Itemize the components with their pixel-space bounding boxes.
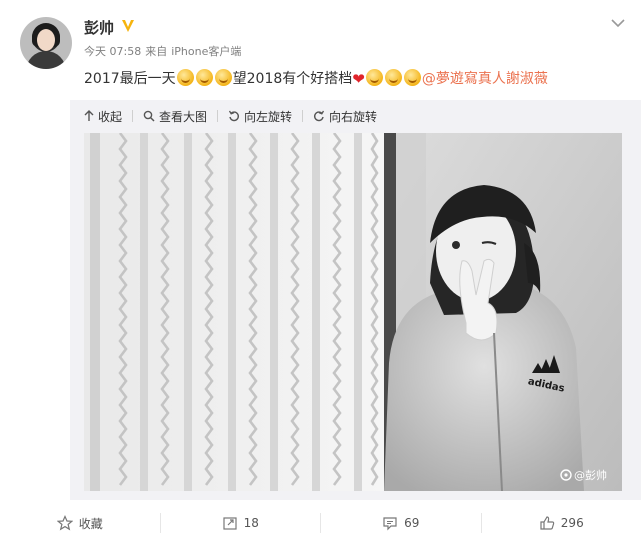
- post-time[interactable]: 今天 07:58: [84, 45, 141, 58]
- arrow-up-icon: [84, 110, 94, 121]
- media-toolbar: 收起 查看大图 向左旋转 向右旋转: [84, 108, 383, 124]
- toolbar-divider: [302, 110, 304, 122]
- post-from-label: 来自: [145, 45, 168, 58]
- collapse-label: 收起: [98, 109, 123, 124]
- like-count: 296: [560, 516, 584, 530]
- heart-emoji-icon: ❤: [352, 70, 365, 88]
- rotate-right-button[interactable]: 向右旋转: [313, 108, 377, 125]
- view-large-label: 查看大图: [159, 109, 208, 124]
- post-text-part1: 2017最后一天: [84, 71, 176, 87]
- mention-link[interactable]: @夢遊寫真人謝淑薇: [422, 71, 548, 87]
- rotate-right-label: 向右旋转: [329, 109, 378, 124]
- post-text-part2: 望2018有个好搭档: [232, 71, 353, 87]
- post-source[interactable]: iPhone客户端: [171, 45, 241, 58]
- favorite-button[interactable]: 收藏: [0, 513, 160, 533]
- media-box: 收起 查看大图 向左旋转 向右旋转 adidas @彭帅: [70, 100, 641, 500]
- view-large-button[interactable]: 查看大图: [143, 108, 207, 125]
- photo-image: adidas @彭帅: [84, 133, 622, 491]
- rotate-right-icon: [314, 110, 325, 122]
- like-button[interactable]: 296: [482, 513, 641, 533]
- comment-button[interactable]: 69: [321, 513, 481, 533]
- repost-button[interactable]: 18: [161, 513, 321, 533]
- post-text: 2017最后一天 望2018有个好搭档❤ @夢遊寫真人謝淑薇: [84, 69, 548, 89]
- rotate-left-label: 向左旋转: [244, 109, 293, 124]
- repost-count: 18: [243, 516, 259, 530]
- chevron-down-icon[interactable]: [611, 18, 625, 28]
- smile-emoji-icon: [176, 69, 194, 86]
- favorite-label: 收藏: [78, 516, 103, 531]
- smile-emoji-icon: [195, 69, 213, 86]
- comment-icon: [383, 517, 397, 531]
- toolbar-divider: [132, 110, 134, 122]
- grin-emoji-icon: [403, 69, 421, 86]
- star-icon: [56, 515, 73, 531]
- magnifier-icon: [143, 110, 155, 122]
- comment-count: 69: [404, 516, 420, 530]
- toolbar-divider: [217, 110, 219, 122]
- grin-emoji-icon: [365, 69, 383, 86]
- author-name[interactable]: 彭帅: [84, 17, 114, 38]
- smile-emoji-icon: [214, 69, 232, 86]
- weibo-post: 彭帅 今天 07:58 来自 iPhone客户端 2017最后一天 望2018有个好搭…: [0, 0, 641, 540]
- action-bar: 收藏 18 69 296: [0, 506, 641, 540]
- repost-icon: [223, 517, 237, 530]
- rotate-left-button[interactable]: 向左旋转: [228, 108, 292, 125]
- grin-emoji-icon: [384, 69, 402, 86]
- avatar[interactable]: [20, 17, 72, 69]
- rotate-left-icon: [228, 110, 240, 122]
- thumb-up-icon: [540, 516, 555, 530]
- post-meta: 今天 07:58 来自 iPhone客户端: [84, 43, 245, 59]
- watermark-text: @彭帅: [574, 468, 607, 482]
- post-photo[interactable]: adidas @彭帅: [84, 133, 622, 491]
- verified-badge-icon: [122, 20, 134, 32]
- collapse-button[interactable]: 收起: [84, 108, 122, 125]
